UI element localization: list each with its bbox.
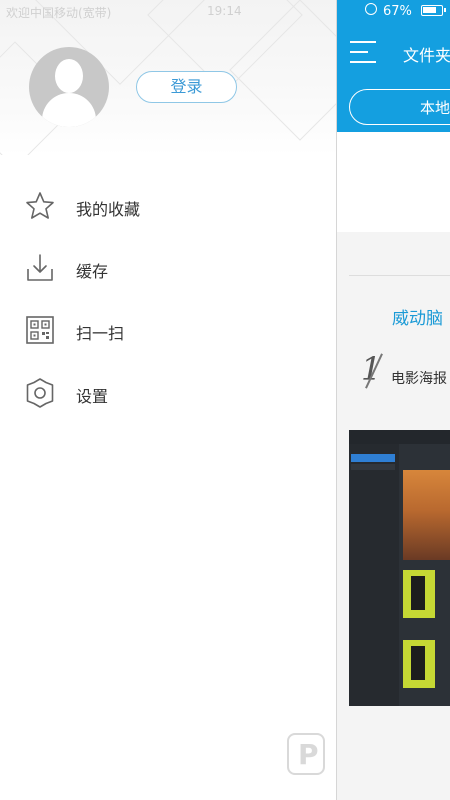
menu-item-settings[interactable]: 设置 — [24, 373, 314, 413]
editor-toolbar — [349, 430, 450, 444]
login-button[interactable]: 登录 — [136, 71, 237, 103]
gear-icon — [24, 377, 56, 409]
editor-sidebar-active-item — [351, 454, 395, 462]
avatar[interactable] — [29, 47, 109, 127]
divider — [349, 275, 450, 276]
poster-thumbnail — [403, 570, 435, 618]
editor-screenshot-image — [349, 430, 450, 706]
avatar-head — [55, 59, 83, 93]
menu-label: 扫一扫 — [76, 324, 125, 343]
article-headline[interactable]: 威动脑 — [392, 304, 443, 329]
menu-label: 设置 — [76, 387, 109, 406]
poster-thumbnail — [403, 470, 450, 560]
battery-percent: 67% — [383, 4, 412, 19]
status-bar: 67% — [337, 0, 450, 24]
menu-item-favorites[interactable]: 我的收藏 — [24, 186, 314, 226]
menu-item-scan[interactable]: 扫一扫 — [24, 310, 314, 350]
navigation-drawer: 欢迎中国移动(宽带) 19:14 登录 我的收藏 缓存 扫一扫 设置 — [0, 0, 337, 800]
editor-sidebar-item — [351, 464, 395, 470]
tab-local[interactable]: 本地 — [349, 89, 450, 125]
carrier-text: 欢迎中国移动(宽带) — [6, 6, 112, 20]
menu-item-cache[interactable]: 缓存 — [24, 248, 314, 288]
step-number: 1 — [361, 350, 382, 388]
download-icon — [24, 252, 56, 284]
watermark — [287, 733, 437, 783]
step-text: 电影海报 — [391, 371, 447, 387]
battery-icon — [421, 5, 446, 16]
hamburger-menu-icon[interactable] — [350, 41, 376, 63]
alarm-icon — [365, 3, 377, 15]
app-title: 文件夹 — [403, 46, 450, 65]
app-header: 文件夹 本地 — [337, 24, 450, 132]
watermark-logo-icon — [287, 733, 325, 775]
poster-thumbnail — [403, 640, 435, 688]
editor-sidebar — [349, 444, 399, 706]
qr-scan-icon — [24, 314, 56, 346]
menu-label: 缓存 — [76, 262, 109, 281]
content-banner-area — [337, 132, 450, 232]
avatar-body — [42, 93, 96, 127]
status-time: 19:14 — [207, 4, 242, 18]
star-icon — [24, 190, 56, 222]
main-page: 67% 文件夹 本地 威动脑 1 电影海报 — [337, 0, 450, 800]
menu-label: 我的收藏 — [76, 200, 141, 219]
drawer-header: 欢迎中国移动(宽带) 19:14 登录 — [0, 0, 336, 155]
